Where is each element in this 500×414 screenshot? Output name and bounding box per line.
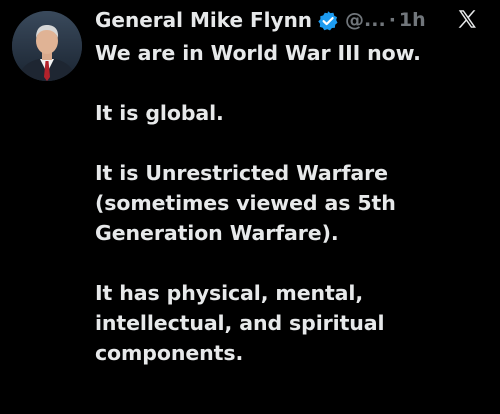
avatar-image	[12, 11, 82, 81]
post-paragraph: It has physical, mental, intellectual, a…	[95, 281, 385, 365]
post-timestamp[interactable]: 1h	[399, 9, 426, 31]
author-avatar[interactable]	[12, 11, 82, 81]
verified-badge-icon	[317, 10, 339, 32]
post-paragraph: It is Unrestricted Warfare (sometimes vi…	[95, 161, 396, 245]
x-logo-icon[interactable]	[456, 8, 478, 30]
post-paragraph: It is global.	[95, 101, 224, 125]
author-handle[interactable]: @...	[345, 9, 386, 31]
post-card[interactable]: General Mike Flynn @... · 1h We are in W…	[0, 0, 500, 414]
post-text: We are in World War III now. It is globa…	[95, 38, 485, 368]
post-paragraph: We are in World War III now.	[95, 41, 421, 65]
author-name[interactable]: General Mike Flynn	[95, 8, 312, 32]
post-header: General Mike Flynn @... · 1h	[95, 5, 495, 35]
header-separator: ·	[388, 9, 396, 31]
